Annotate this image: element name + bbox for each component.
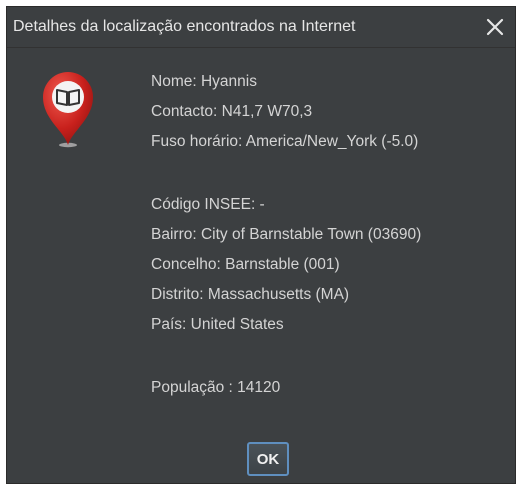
neighborhood-text: Bairro: City of Barnstable Town (03690) <box>151 226 422 243</box>
country-text: País: United States <box>151 316 284 333</box>
insee-code-text: Código INSEE: - <box>151 196 265 213</box>
dialog-title: Detalhes da localização encontrados na I… <box>13 18 356 35</box>
close-button[interactable] <box>481 13 509 41</box>
close-icon <box>486 18 504 36</box>
county-text: Concelho: Barnstable (001) <box>151 256 340 273</box>
contact-text: Contacto: N41,7 W70,3 <box>151 103 313 120</box>
population-text: População : 14120 <box>151 379 281 396</box>
district-text: Distrito: Massachusetts (MA) <box>151 286 350 303</box>
map-pin-book-icon <box>43 72 93 148</box>
ok-button[interactable]: OK <box>247 442 289 476</box>
title-bar: Detalhes da localização encontrados na I… <box>7 7 515 48</box>
location-details: Nome: Hyannis Contacto: N41,7 W70,3 Fuso… <box>151 67 421 403</box>
name-text: Nome: Hyannis <box>151 73 257 90</box>
location-details-dialog: Detalhes da localização encontrados na I… <box>6 6 516 484</box>
timezone-text: Fuso horário: America/New_York (-5.0) <box>151 133 419 150</box>
